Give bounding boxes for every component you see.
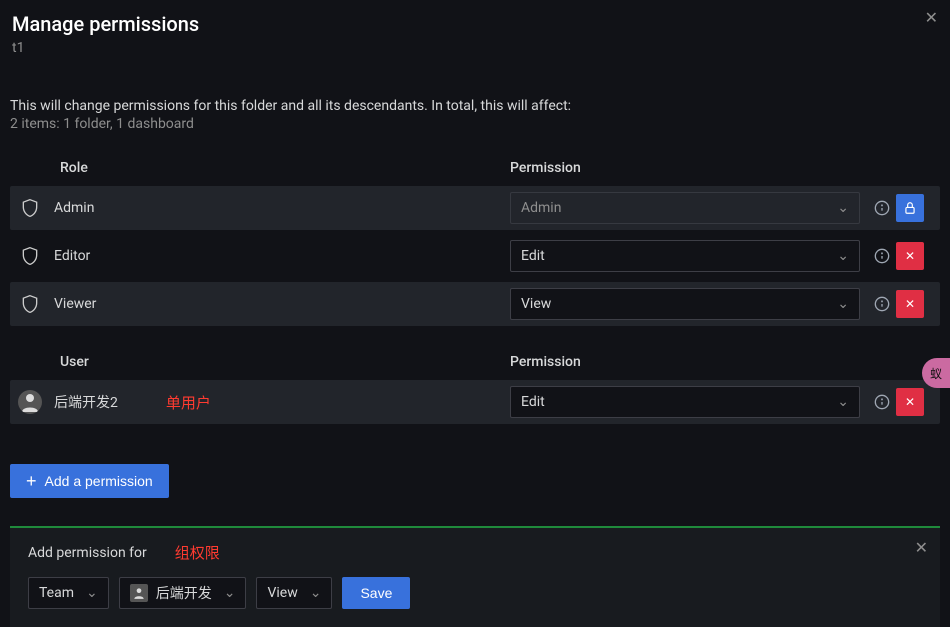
role-row-admin: Admin Admin ⌄ (10, 186, 940, 230)
save-button[interactable]: Save (342, 577, 410, 609)
col-user: User (60, 354, 510, 370)
chevron-down-icon: ⌄ (86, 585, 98, 601)
floating-badge[interactable]: 蚁 (922, 358, 950, 388)
col-permission: Permission (510, 354, 868, 370)
chevron-down-icon: ⌄ (837, 296, 849, 312)
chevron-down-icon: ⌄ (310, 585, 322, 601)
info-icon[interactable] (868, 296, 896, 312)
lock-icon (896, 194, 924, 222)
add-permission-panel: ✕ Add permission for 组权限 Team ⌄ 后端开发 ⌄ V… (10, 526, 940, 627)
team-avatar-icon (130, 584, 148, 602)
role-name: Viewer (54, 296, 96, 312)
warning-line1: This will change permissions for this fo… (10, 98, 940, 114)
annotation-group-permission: 组权限 (175, 542, 220, 563)
permission-select-user[interactable]: Edit ⌄ (510, 386, 860, 418)
info-icon[interactable] (868, 200, 896, 216)
annotation-single-user: 单用户 (166, 392, 211, 413)
shield-icon (18, 244, 42, 268)
permission-select-viewer[interactable]: View ⌄ (510, 288, 860, 320)
user-name: 后端开发2 (54, 392, 118, 412)
col-role: Role (60, 160, 510, 176)
role-row-editor: Editor Edit ⌄ ✕ (10, 234, 940, 278)
col-permission: Permission (510, 160, 868, 176)
perm-select[interactable]: View ⌄ (256, 577, 332, 609)
permission-select-editor[interactable]: Edit ⌄ (510, 240, 860, 272)
team-select[interactable]: 后端开发 ⌄ (119, 577, 247, 609)
user-row: 后端开发2 单用户 Edit ⌄ ✕ (10, 380, 940, 424)
close-icon[interactable]: ✕ (915, 538, 928, 557)
delete-button[interactable]: ✕ (896, 242, 924, 270)
roles-section: Role Permission Admin Admin ⌄ (10, 160, 940, 326)
chevron-down-icon: ⌄ (837, 200, 849, 216)
page-subtitle: t1 (12, 40, 934, 56)
avatar (18, 390, 42, 414)
warning-line2: 2 items: 1 folder, 1 dashboard (10, 116, 940, 132)
role-row-viewer: Viewer View ⌄ ✕ (10, 282, 940, 326)
info-icon[interactable] (868, 394, 896, 410)
shield-icon (18, 292, 42, 316)
type-select[interactable]: Team ⌄ (28, 577, 109, 609)
role-name: Admin (54, 200, 94, 216)
delete-button[interactable]: ✕ (896, 290, 924, 318)
add-permission-button[interactable]: + Add a permission (10, 464, 169, 498)
role-name: Editor (54, 248, 90, 264)
chevron-down-icon: ⌄ (224, 585, 236, 601)
users-section: User Permission 后端开发2 单用户 Edit ⌄ (10, 354, 940, 424)
page-title: Manage permissions (12, 12, 934, 36)
chevron-down-icon: ⌄ (837, 248, 849, 264)
chevron-down-icon: ⌄ (837, 394, 849, 410)
delete-button[interactable]: ✕ (896, 388, 924, 416)
close-icon[interactable]: ✕ (925, 8, 938, 27)
info-icon[interactable] (868, 248, 896, 264)
panel-title: Add permission for (28, 545, 147, 561)
permission-select-admin: Admin ⌄ (510, 192, 860, 224)
shield-icon (18, 196, 42, 220)
